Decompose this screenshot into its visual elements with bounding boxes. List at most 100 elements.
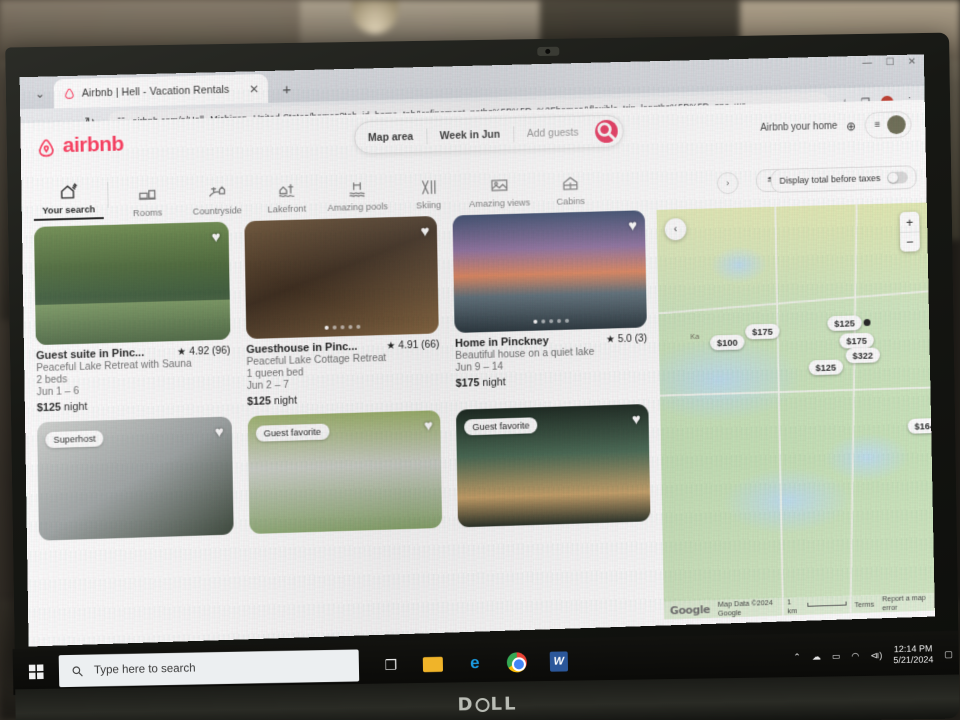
listing-rating: ★ 4.91 (66) xyxy=(386,339,440,352)
listing-photo[interactable]: ♥ xyxy=(34,221,231,346)
window-controls: — ☐ ✕ xyxy=(862,56,916,68)
tab-search-chevron-icon[interactable]: ⌄ xyxy=(26,78,54,109)
search-bar[interactable]: Map area Week in Jun Add guests xyxy=(353,114,625,155)
cabin-icon xyxy=(560,173,580,193)
search-icon xyxy=(72,665,83,676)
notification-center-icon[interactable]: ▢ xyxy=(944,648,953,659)
listing-card[interactable]: ♥ Home in Pinckney ★ 5.0 (3) Beautiful h… xyxy=(452,210,648,402)
listing-rating: ★ 5.0 (3) xyxy=(605,333,648,346)
start-button[interactable] xyxy=(13,663,59,680)
listing-price-unit: night xyxy=(273,394,298,408)
listing-photo[interactable]: Superhost ♥ xyxy=(37,416,234,541)
taskbar-search-placeholder: Type here to search xyxy=(93,662,196,677)
map-place-label: Ka xyxy=(690,331,700,342)
listing-card[interactable]: Guest favorite ♥ xyxy=(456,403,651,528)
airbnb-your-home-link[interactable]: Airbnb your home xyxy=(760,121,837,134)
map-report-error-link[interactable]: Report a map error xyxy=(882,593,929,612)
map-price-pin[interactable]: $164 xyxy=(907,417,935,434)
categories-next-button[interactable]: › xyxy=(716,171,739,195)
listing-photo[interactable]: Guest favorite ♥ xyxy=(456,403,651,528)
header-right-group: Airbnb your home ⊕ ≡ xyxy=(760,110,912,142)
new-tab-button[interactable]: + xyxy=(274,76,300,103)
map-price-pin-selected[interactable]: $125 xyxy=(827,315,862,332)
listing-price: $125 night xyxy=(247,390,440,408)
airbnb-page: airbnb Map area Week in Jun Add guests A… xyxy=(20,99,935,647)
toggle-switch[interactable] xyxy=(887,171,908,184)
map-zoom-controls: + − xyxy=(899,211,920,252)
category-amazing-pools[interactable]: Amazing pools xyxy=(321,178,394,213)
category-countryside[interactable]: Countryside xyxy=(182,182,252,217)
listing-card[interactable]: Superhost ♥ xyxy=(37,416,234,541)
category-skiing[interactable]: Skiing xyxy=(393,176,463,211)
map-zoom-in-button[interactable]: + xyxy=(900,212,920,232)
category-label: Skiing xyxy=(415,199,442,211)
taskbar-clock[interactable]: 12:14 PM 5/21/2024 xyxy=(893,643,933,666)
airbnb-favicon xyxy=(63,87,76,100)
map-price-pin[interactable]: $322 xyxy=(845,347,880,364)
system-tray: ⌃ ☁ ▭ ◠ ⧏) 12:14 PM 5/21/2024 ▢ xyxy=(793,643,953,669)
google-watermark: Google xyxy=(669,602,711,617)
map-price-pin[interactable]: $175 xyxy=(839,332,874,349)
lakefront-icon xyxy=(279,184,296,198)
pool-icon xyxy=(347,179,367,199)
clock-date: 5/21/2024 xyxy=(893,654,934,666)
photo-carousel-dots xyxy=(36,329,230,339)
category-label: Cabins xyxy=(556,195,586,207)
category-label: Your search xyxy=(42,204,96,216)
window-close-button[interactable]: ✕ xyxy=(908,56,916,67)
map-terms-link[interactable]: Terms xyxy=(854,599,874,609)
display-total-toggle[interactable]: Display total before taxes xyxy=(770,165,917,193)
search-submit-button[interactable] xyxy=(595,119,619,144)
map-price-pin[interactable]: $100 xyxy=(709,334,745,351)
map-tiles xyxy=(656,202,935,620)
tab-close-icon[interactable]: ✕ xyxy=(246,82,262,96)
save-heart-icon[interactable]: ♥ xyxy=(632,411,641,428)
word-icon[interactable]: W xyxy=(547,649,571,673)
save-heart-icon[interactable]: ♥ xyxy=(211,229,220,246)
clock-time: 12:14 PM xyxy=(893,643,933,654)
file-explorer-icon[interactable] xyxy=(421,652,445,676)
search-dates-segment[interactable]: Week in Jun xyxy=(427,128,513,142)
listing-card[interactable]: Guest favorite ♥ xyxy=(247,410,443,535)
user-menu-button[interactable]: ≡ xyxy=(864,110,912,139)
onedrive-icon[interactable]: ☁ xyxy=(812,651,821,662)
photograph-of-laptop-screen: ⌄ Airbnb | Hell - Vacation Rentals ✕ + — xyxy=(0,0,960,720)
airbnb-logo[interactable]: airbnb xyxy=(35,133,124,159)
save-heart-icon[interactable]: ♥ xyxy=(215,424,224,441)
save-heart-icon[interactable]: ♥ xyxy=(628,217,637,234)
edge-icon[interactable]: e xyxy=(463,651,487,675)
tray-chevron-icon[interactable]: ⌃ xyxy=(793,651,801,662)
category-your-search[interactable]: Your search xyxy=(33,181,104,221)
window-minimize-button[interactable]: — xyxy=(862,58,872,69)
network-icon[interactable]: ▭ xyxy=(832,651,841,662)
search-guests-segment[interactable]: Add guests xyxy=(514,126,592,140)
listing-card[interactable]: ♥ Guest suite in Pinc... ★ 4.92 (96) Pea… xyxy=(34,221,231,414)
wifi-icon[interactable]: ◠ xyxy=(851,650,859,661)
task-view-icon[interactable]: ❐ xyxy=(379,653,403,677)
map-pane[interactable]: ‹ + − Ka $100 $175 $125 $175 $322 $125 $… xyxy=(656,202,935,620)
airbnb-wordmark: airbnb xyxy=(62,132,124,158)
volume-icon[interactable]: ⧏) xyxy=(870,650,882,661)
map-price-pin[interactable]: $175 xyxy=(745,323,780,340)
save-heart-icon[interactable]: ♥ xyxy=(424,417,433,434)
category-lakefront[interactable]: Lakefront xyxy=(252,180,322,215)
category-amazing-views[interactable]: Amazing views xyxy=(463,174,537,209)
search-location-segment[interactable]: Map area xyxy=(355,130,426,144)
map-zoom-out-button[interactable]: − xyxy=(899,231,920,252)
category-label: Lakefront xyxy=(267,203,307,215)
globe-icon[interactable]: ⊕ xyxy=(846,119,856,133)
listing-photo[interactable]: Guest favorite ♥ xyxy=(247,410,443,535)
listing-card[interactable]: ♥ Guesthouse in Pinc... ★ 4.91 (66) Peac… xyxy=(244,215,440,408)
photo-carousel-dots xyxy=(455,316,647,326)
category-cabins[interactable]: Cabins xyxy=(536,173,606,208)
window-maximize-button[interactable]: ☐ xyxy=(885,57,894,68)
chrome-icon[interactable] xyxy=(505,650,529,674)
category-rooms[interactable]: Rooms xyxy=(112,184,182,219)
airbnb-belo-icon xyxy=(38,138,54,157)
save-heart-icon[interactable]: ♥ xyxy=(420,223,429,240)
taskbar-search-box[interactable]: Type here to search xyxy=(58,649,360,688)
listing-photo[interactable]: ♥ xyxy=(452,210,647,333)
listing-photo[interactable]: ♥ xyxy=(244,215,440,340)
map-price-pin[interactable]: $125 xyxy=(808,359,843,376)
listing-rating: ★ 4.92 (96) xyxy=(177,345,231,359)
